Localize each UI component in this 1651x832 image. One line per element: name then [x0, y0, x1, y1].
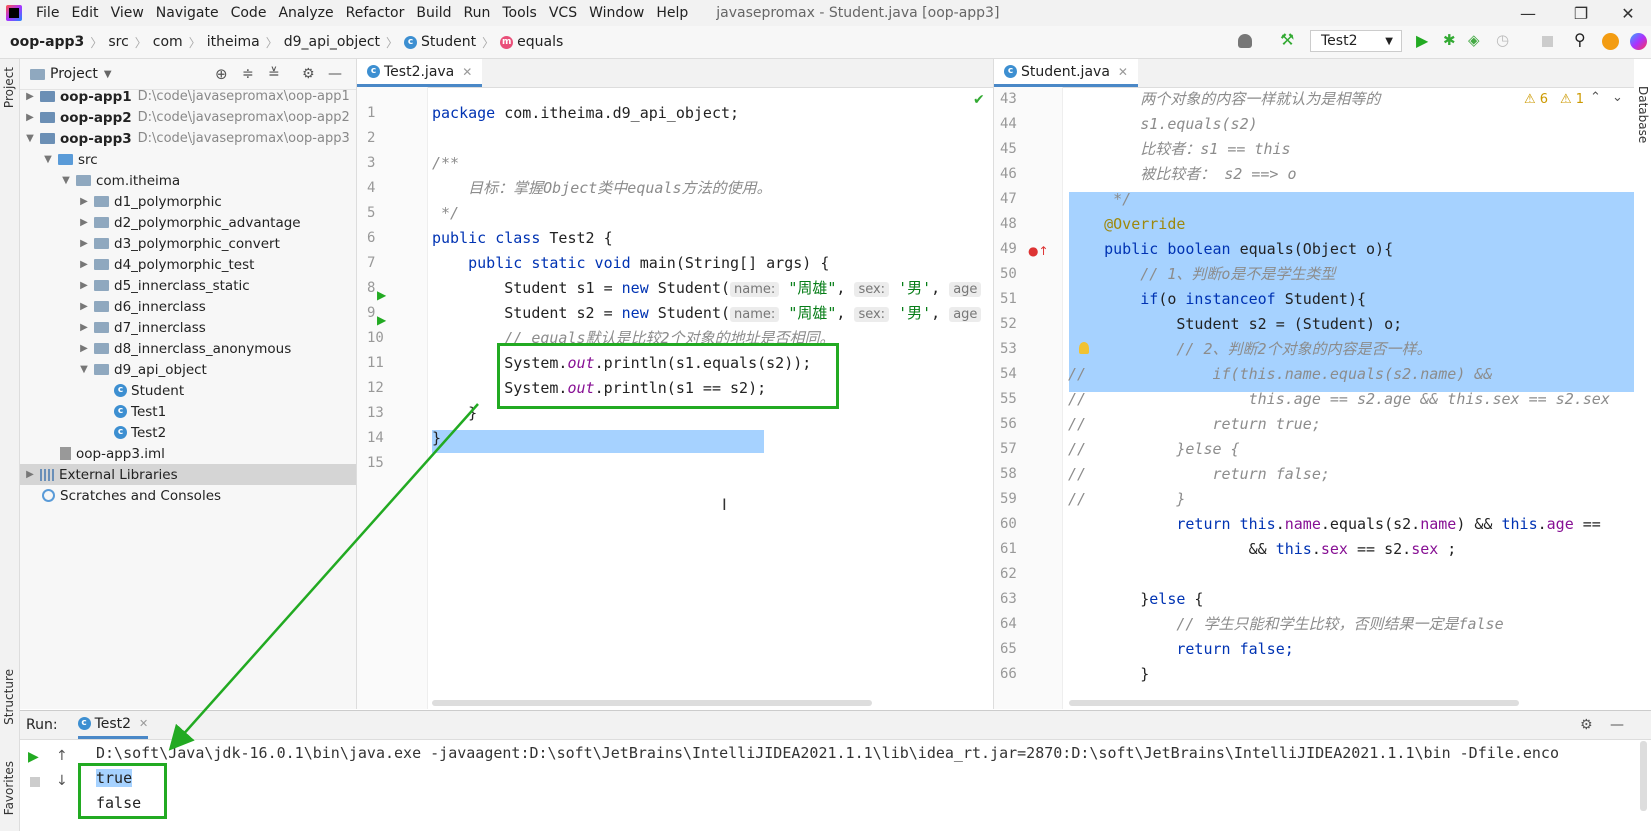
annotation-arrow	[168, 403, 479, 751]
text-cursor-icon: I	[722, 495, 727, 514]
